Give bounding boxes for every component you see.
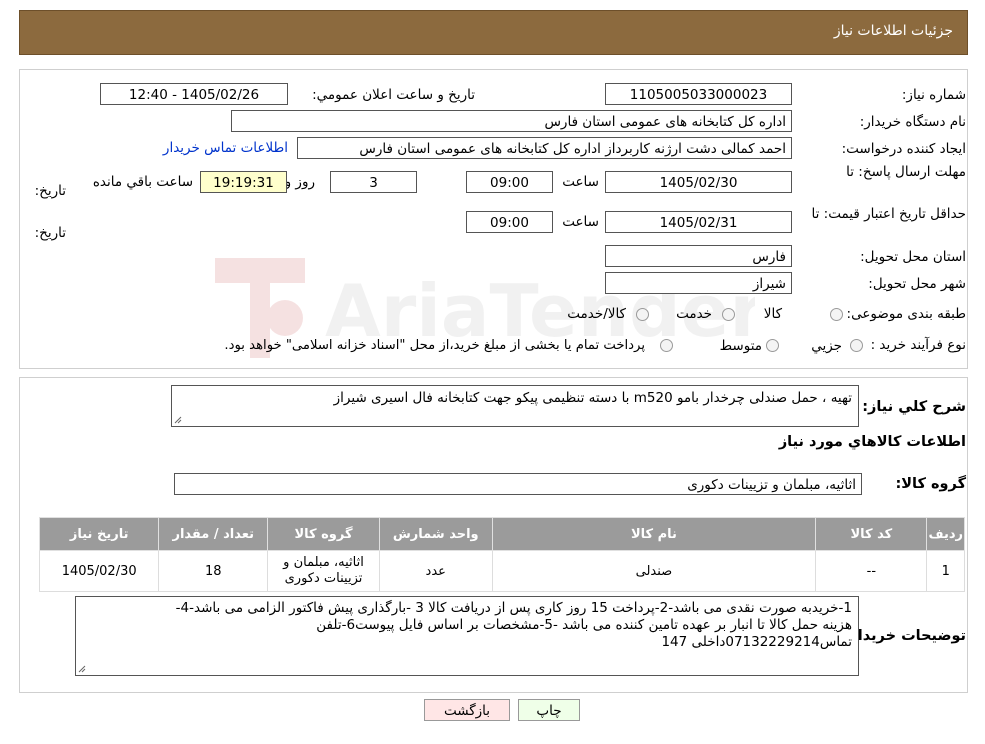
col-group: گروه کالا	[267, 517, 380, 551]
cell-code: --	[815, 550, 928, 592]
category-radio-goods[interactable]	[830, 308, 843, 321]
col-row: ردیف	[926, 517, 965, 551]
buyer-notes-line3: تماس07132229214داخلی 147	[661, 634, 852, 650]
remaining-label: ساعت باقي مانده	[92, 174, 193, 190]
cell-date: 1405/02/30	[38, 550, 160, 592]
process-radio-treasury[interactable]	[660, 339, 673, 352]
items-table: ردیف کد کالا نام کالا واحد شمارش گروه کا…	[38, 517, 965, 592]
buyer-notes-line1: 1-خریدبه صورت نقدی می باشد-2-پرداخت 15 ر…	[175, 600, 852, 616]
table-header-row: ردیف کد کالا نام کالا واحد شمارش گروه کا…	[38, 517, 965, 551]
col-name: نام کالا	[491, 517, 817, 551]
goods-section-title: اطلاعات کالاهاي مورد نیاز	[778, 434, 966, 450]
need-number-label: شماره نیاز:	[901, 87, 966, 103]
category-label: طبقه بندی موضوعی:	[846, 306, 966, 322]
process-option-partial: جزیي	[811, 338, 842, 354]
province-label: استان محل تحویل:	[860, 249, 966, 265]
cell-group-line2: تزیینات دکوری	[284, 571, 363, 586]
buyer-notes-label: توضیحات خریدار:	[843, 628, 966, 644]
deadline-time-label: ساعت	[562, 174, 599, 190]
col-date: تاریخ نیاز	[38, 517, 160, 551]
category-option-goods-service: کالا/خدمت	[567, 306, 626, 322]
deadline-date-field: 1405/02/30	[605, 171, 792, 193]
print-button[interactable]: چاپ	[518, 699, 580, 721]
cell-qty: 18	[158, 550, 269, 592]
description-textarea[interactable]: تهیه ، حمل صندلی چرخدار بامو m520 با دست…	[171, 385, 859, 427]
category-option-goods: کالا	[763, 306, 782, 322]
buyer-contact-link[interactable]: اطلاعات تماس خریدار	[163, 140, 288, 156]
process-label: نوع فرآیند خرید :	[870, 337, 966, 353]
validity-date-field: 1405/02/31	[605, 211, 792, 233]
page-title: جزئیات اطلاعات نیاز	[833, 23, 953, 39]
remaining-time-field: 19:19:31	[200, 171, 287, 193]
resize-grip-icon	[174, 416, 182, 424]
process-option-medium: متوسط	[719, 338, 762, 354]
validity-label-2: تاریخ:	[34, 225, 66, 241]
process-radio-partial[interactable]	[850, 339, 863, 352]
process-radio-medium[interactable]	[766, 339, 779, 352]
city-label: شهر محل تحویل:	[868, 276, 966, 292]
col-code: کد کالا	[815, 517, 928, 551]
city-field: شیراز	[605, 272, 792, 294]
goods-group-field: اثاثیه، مبلمان و تزیینات دکوری	[174, 473, 862, 495]
cell-row: 1	[926, 550, 965, 592]
category-radio-goods-service[interactable]	[636, 308, 649, 321]
validity-label: حداقل تاریخ اعتبار قیمت: تا	[811, 206, 966, 222]
days-remaining-field: 3	[330, 171, 417, 193]
col-unit: واحد شمارش	[378, 517, 493, 551]
validity-time-label: ساعت	[562, 214, 599, 230]
deadline-time-field: 09:00	[466, 171, 553, 193]
days-label: روز و	[284, 174, 315, 190]
description-text: تهیه ، حمل صندلی چرخدار بامو m520 با دست…	[333, 390, 852, 406]
validity-time-field: 09:00	[466, 211, 553, 233]
creator-label: ایجاد کننده درخواست:	[841, 141, 966, 157]
cell-group-line1: اثاثیه، مبلمان و	[283, 555, 364, 570]
back-button[interactable]: بازگشت	[424, 699, 510, 721]
cell-unit: عدد	[378, 550, 493, 592]
table-row: 1 -- صندلی عدد اثاثیه، مبلمان و تزیینات …	[38, 550, 965, 592]
buyer-org-field: اداره کل کتابخانه های عمومی استان فارس	[231, 110, 792, 132]
buyer-org-label: نام دستگاه خریدار:	[859, 114, 966, 130]
process-treasury-note: پرداخت تمام یا بخشی از مبلغ خرید،از محل …	[224, 338, 645, 353]
creator-field: احمد کمالی دشت ارژنه کاربرداز اداره کل ک…	[297, 137, 792, 159]
category-radio-service[interactable]	[722, 308, 735, 321]
page-header: جزئیات اطلاعات نیاز	[19, 10, 968, 55]
buyer-notes-line2: هزینه حمل کالا تا انبار بر عهده تامین کن…	[316, 617, 852, 633]
cell-group: اثاثیه، مبلمان و تزیینات دکوری	[267, 550, 380, 592]
need-number-field: 1105005033000023	[605, 83, 792, 105]
buyer-notes-textarea[interactable]: 1-خریدبه صورت نقدی می باشد-2-پرداخت 15 ر…	[75, 596, 859, 676]
cell-name: صندلی	[491, 550, 817, 592]
deadline-label: مهلت ارسال پاسخ: تا	[846, 164, 966, 180]
description-label: شرح کلي نیاز:	[862, 399, 966, 415]
col-qty: تعداد / مقدار	[158, 517, 269, 551]
announce-field: 1405/02/26 - 12:40	[100, 83, 288, 105]
goods-group-label: گروه کالا:	[895, 476, 966, 492]
deadline-label-2: تاریخ:	[34, 183, 66, 199]
announce-label: تاریخ و ساعت اعلان عمومي:	[312, 87, 475, 103]
category-option-service: خدمت	[676, 306, 712, 322]
resize-grip-icon	[78, 665, 86, 673]
province-field: فارس	[605, 245, 792, 267]
